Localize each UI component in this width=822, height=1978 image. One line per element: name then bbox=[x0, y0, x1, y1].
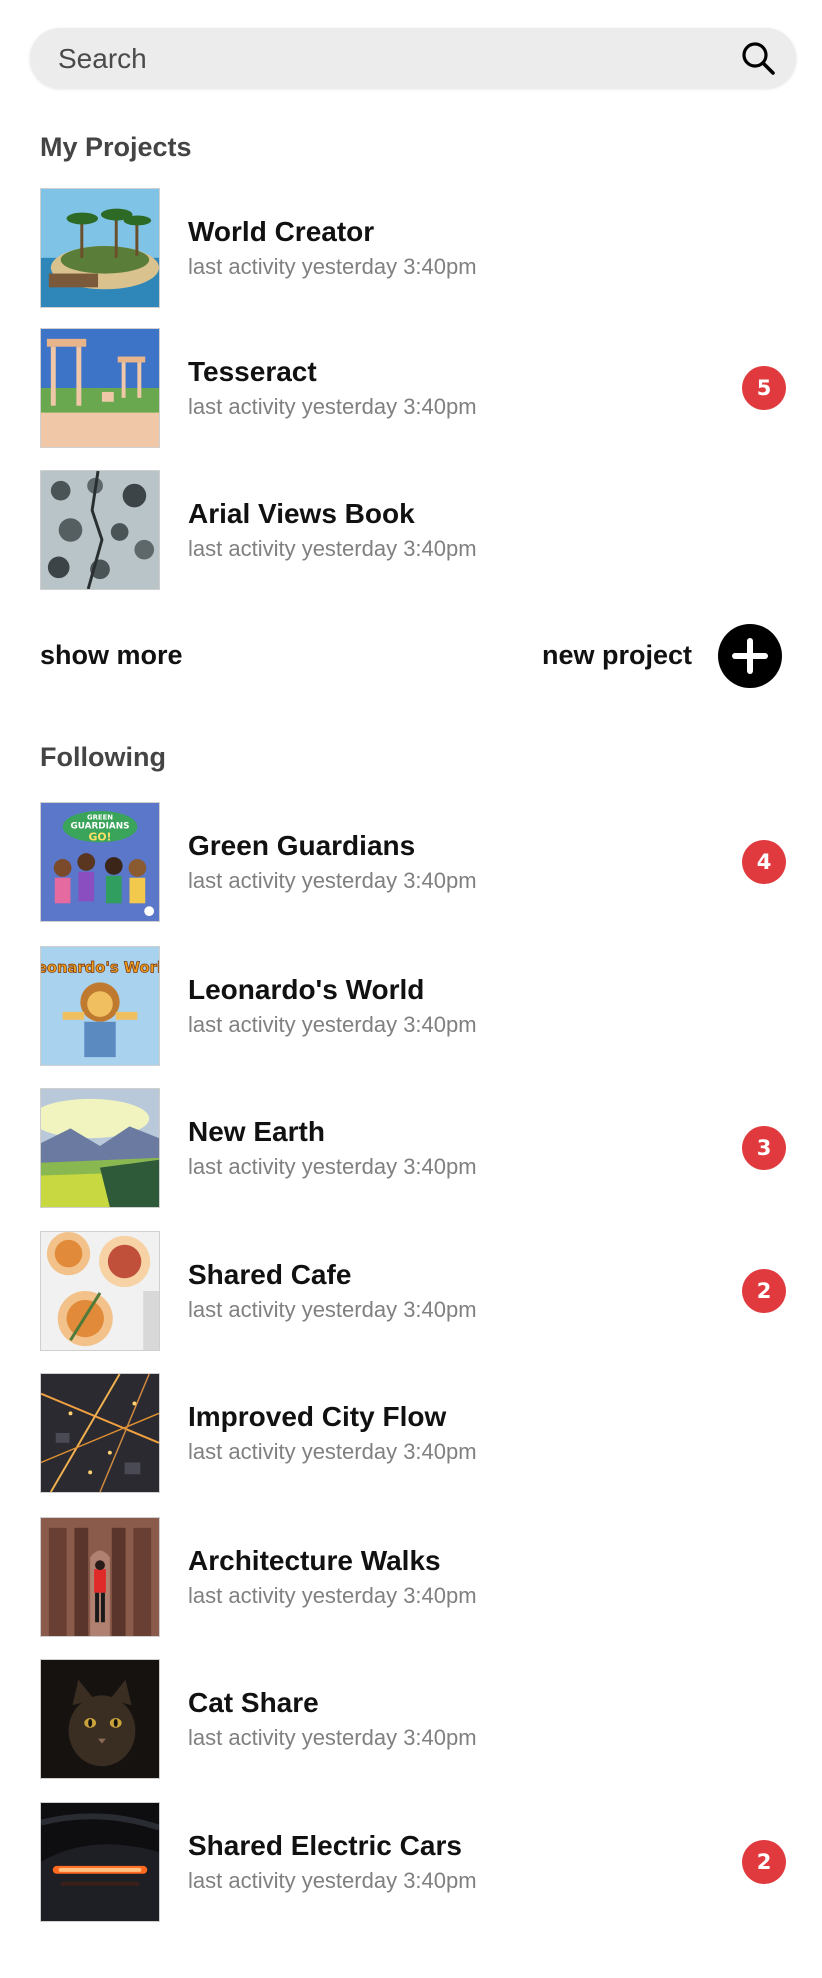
notification-badge: 3 bbox=[742, 1126, 786, 1170]
project-last-activity: last activity yesterday 3:40pm bbox=[188, 1154, 477, 1179]
notification-badge: 4 bbox=[742, 840, 786, 884]
project-last-activity: last activity yesterday 3:40pm bbox=[188, 394, 477, 419]
following-item-green-guardians[interactable]: GREEN GUARDIANS GO! Green Guardians last… bbox=[40, 802, 786, 922]
project-last-activity: last activity yesterday 3:40pm bbox=[188, 868, 477, 893]
project-last-activity: last activity yesterday 3:40pm bbox=[188, 536, 477, 561]
project-last-activity: last activity yesterday 3:40pm bbox=[188, 1868, 477, 1893]
project-title: Improved City Flow bbox=[188, 1401, 447, 1432]
project-title: World Creator bbox=[188, 216, 375, 247]
search-input[interactable] bbox=[56, 28, 720, 90]
following-item-leonardos-world[interactable]: Leonardo's World Leonardo's World last a… bbox=[40, 946, 786, 1066]
project-title: Arial Views Book bbox=[188, 498, 415, 529]
project-last-activity: last activity yesterday 3:40pm bbox=[188, 1012, 477, 1037]
notification-badge: 2 bbox=[742, 1840, 786, 1884]
project-thumbnail: Leonardo's World bbox=[40, 946, 160, 1066]
project-last-activity: last activity yesterday 3:40pm bbox=[188, 1439, 477, 1464]
project-thumbnail bbox=[40, 1659, 160, 1779]
project-thumbnail bbox=[40, 1088, 160, 1208]
project-title: New Earth bbox=[188, 1116, 325, 1147]
project-title: Green Guardians bbox=[188, 830, 416, 861]
project-thumbnail bbox=[40, 188, 160, 308]
search-bar bbox=[30, 28, 796, 90]
project-title: Shared Cafe bbox=[188, 1259, 352, 1290]
following-item-architecture-walks[interactable]: Architecture Walks last activity yesterd… bbox=[40, 1517, 786, 1637]
new-project-label[interactable]: new project bbox=[542, 640, 692, 671]
following-item-shared-electric-cars[interactable]: Shared Electric Cars last activity yeste… bbox=[40, 1802, 786, 1922]
project-title: Leonardo's World bbox=[188, 974, 425, 1005]
project-title: Tesseract bbox=[188, 356, 317, 387]
plus-icon[interactable] bbox=[718, 624, 782, 688]
following-item-new-earth[interactable]: New Earth last activity yesterday 3:40pm… bbox=[40, 1088, 786, 1208]
following-heading: Following bbox=[40, 742, 166, 772]
thumb-text: GO! bbox=[89, 830, 112, 843]
project-title: Cat Share bbox=[188, 1687, 319, 1718]
project-title: Architecture Walks bbox=[188, 1545, 441, 1576]
project-thumbnail bbox=[40, 1373, 160, 1493]
following-item-improved-city-flow[interactable]: Improved City Flow last activity yesterd… bbox=[40, 1373, 786, 1493]
thumb-text: GREEN bbox=[87, 814, 113, 822]
project-thumbnail bbox=[40, 1231, 160, 1351]
project-last-activity: last activity yesterday 3:40pm bbox=[188, 1297, 477, 1322]
show-more-button[interactable]: show more bbox=[40, 640, 183, 671]
notification-badge: 2 bbox=[742, 1269, 786, 1313]
project-last-activity: last activity yesterday 3:40pm bbox=[188, 1583, 477, 1608]
notification-badge: 5 bbox=[742, 366, 786, 410]
project-thumbnail bbox=[40, 1517, 160, 1637]
project-thumbnail: GREEN GUARDIANS GO! bbox=[40, 802, 160, 922]
following-item-cat-share[interactable]: Cat Share last activity yesterday 3:40pm bbox=[40, 1659, 786, 1779]
project-item-arial-views-book[interactable]: Arial Views Book last activity yesterday… bbox=[40, 470, 786, 590]
thumb-text: Leonardo's World bbox=[41, 960, 159, 977]
project-item-tesseract[interactable]: Tesseract last activity yesterday 3:40pm… bbox=[40, 328, 786, 448]
project-title: Shared Electric Cars bbox=[188, 1830, 462, 1861]
project-item-world-creator[interactable]: World Creator last activity yesterday 3:… bbox=[40, 188, 786, 308]
project-thumbnail bbox=[40, 470, 160, 590]
my-projects-heading: My Projects bbox=[40, 132, 192, 162]
search-icon[interactable] bbox=[740, 40, 776, 76]
project-last-activity: last activity yesterday 3:40pm bbox=[188, 254, 477, 279]
project-last-activity: last activity yesterday 3:40pm bbox=[188, 1725, 477, 1750]
following-item-shared-cafe[interactable]: Shared Cafe last activity yesterday 3:40… bbox=[40, 1231, 786, 1351]
project-thumbnail bbox=[40, 1802, 160, 1922]
project-thumbnail bbox=[40, 328, 160, 448]
